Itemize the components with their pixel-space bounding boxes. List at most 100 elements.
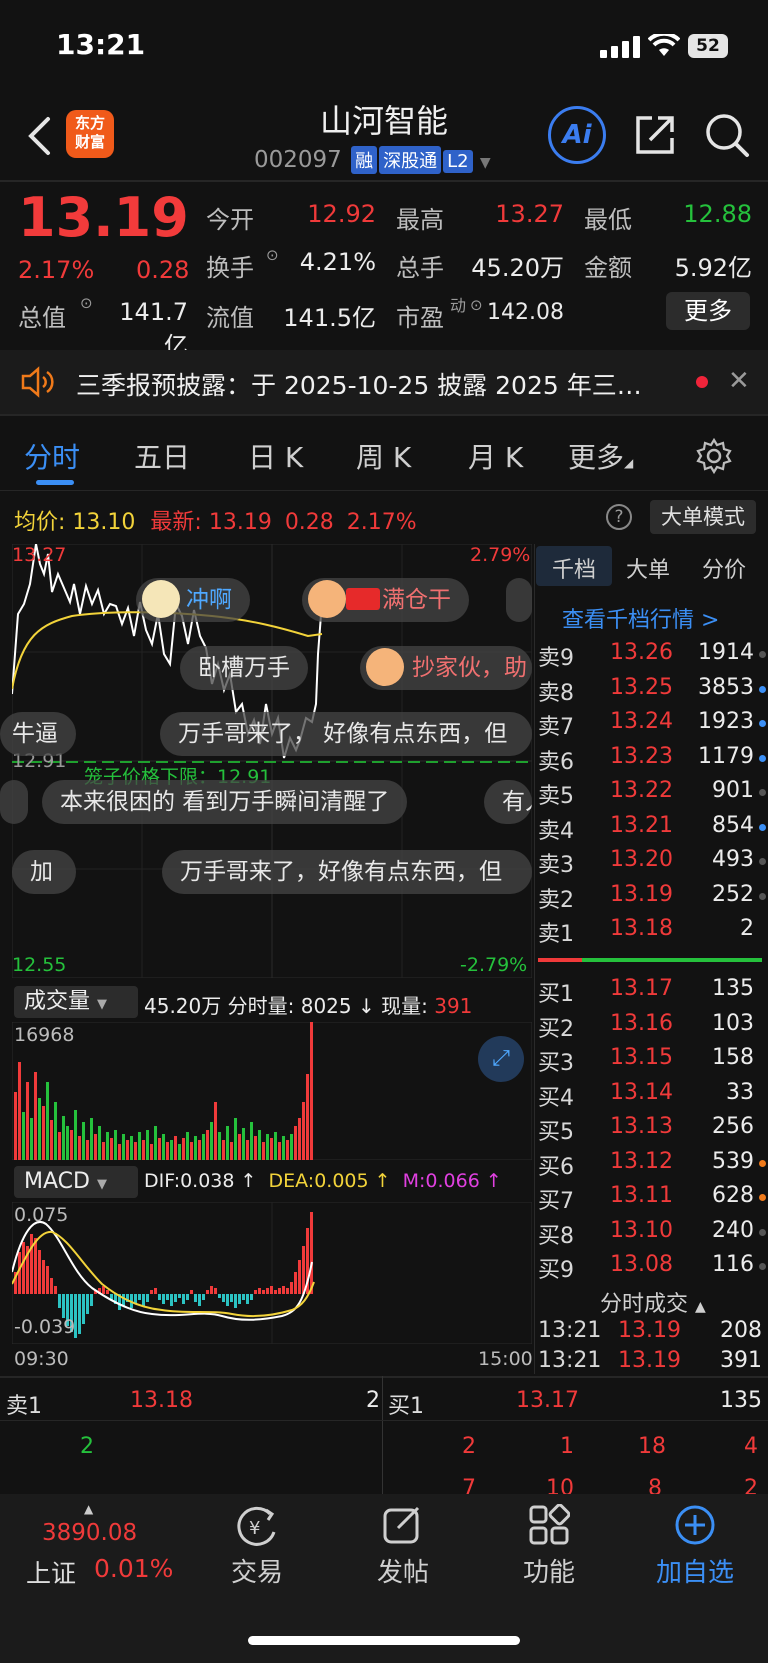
nav-add-watchlist[interactable]: 加自选 — [635, 1552, 755, 1589]
danmaku-bubble[interactable]: 有人 — [484, 780, 532, 824]
bid-row[interactable]: 买2 13.16 103 — [538, 1011, 762, 1042]
help-icon[interactable]: ? — [606, 504, 632, 530]
functions-icon[interactable] — [528, 1504, 570, 1546]
bid-row[interactable]: 买5 13.13 256 — [538, 1114, 762, 1145]
expand-icon[interactable]: ⤢ — [478, 1036, 524, 1082]
queue-sell-price: 13.18 — [130, 1388, 193, 1413]
ask-row[interactable]: 卖8 13.25 3853 — [538, 675, 766, 706]
dif-line — [12, 1221, 313, 1321]
tab-price-distribution[interactable]: 分价 — [702, 552, 746, 584]
nav-functions[interactable]: 功能 — [489, 1552, 609, 1589]
bid-price: 13.08 — [610, 1252, 673, 1277]
bid-level-label: 买9 — [538, 1258, 574, 1283]
danmaku-bubble[interactable]: 加 — [12, 850, 76, 894]
post-icon[interactable] — [382, 1504, 424, 1546]
ask-row[interactable]: 卖3 13.20 493 — [538, 847, 766, 878]
share-icon[interactable] — [632, 112, 678, 158]
info-icon[interactable]: ⊙ — [80, 294, 93, 312]
info-icon[interactable]: ⊙ — [266, 246, 279, 264]
view-depth-link[interactable]: 查看千档行情 > — [562, 602, 719, 634]
notice-text[interactable]: 三季报预披露：于 2025-10-25 披露 2025 年三… — [76, 366, 666, 402]
bid-row[interactable]: 买9 13.08 116 — [538, 1252, 766, 1283]
info-icon[interactable]: ⊙ — [470, 296, 483, 314]
bid-level-label: 买8 — [538, 1223, 574, 1249]
ask-row[interactable]: 卖1 13.18 2 — [538, 916, 762, 947]
index-value[interactable]: 3890.08 — [42, 1520, 137, 1546]
tab-monthly-k[interactable]: 月 K — [468, 436, 523, 476]
bid-row[interactable]: 买6 13.12 539 — [538, 1149, 766, 1180]
danmaku-bubble[interactable]: 万手哥来了， 好像有点东西，但 — [160, 712, 532, 756]
macd-m: M:0.066 ↑ — [402, 1170, 502, 1192]
macd-indicator-select[interactable]: MACD ▼ — [14, 1166, 138, 1198]
bid-row[interactable]: 买4 13.14 33 — [538, 1079, 762, 1111]
add-watchlist-icon[interactable] — [674, 1504, 716, 1546]
danmaku-bubble[interactable]: 本来很困的 看到万手瞬间清醒了 — [42, 780, 408, 824]
latest-change: 0.28 — [284, 510, 334, 535]
ask-level-label: 卖2 — [538, 887, 574, 913]
order-marker-dot — [759, 1159, 766, 1167]
home-indicator[interactable] — [248, 1636, 520, 1645]
index-expand-icon[interactable]: ▲ — [84, 1502, 93, 1516]
danmaku-text: 加 — [30, 859, 53, 885]
settings-icon[interactable] — [696, 438, 732, 474]
bid-row[interactable]: 买8 13.10 240 — [538, 1218, 766, 1249]
ai-button[interactable]: Ai — [548, 106, 606, 164]
tab-weekly-k[interactable]: 周 K — [356, 436, 411, 476]
index-name[interactable]: 上证 — [26, 1554, 76, 1590]
high-value: 13.27 — [495, 200, 564, 228]
tab-intraday[interactable]: 分时 — [24, 436, 80, 476]
ymax-label: 13.27 — [12, 544, 67, 566]
tab-large-orders[interactable]: 大单 — [626, 552, 670, 584]
dropdown-icon[interactable]: ▼ — [480, 155, 491, 171]
bid-row[interactable]: 买7 13.11 628 — [538, 1183, 766, 1214]
ymin-label: 12.55 — [12, 954, 67, 976]
danmaku-bubble[interactable]: 牛逼 — [0, 712, 76, 756]
volume-chart[interactable] — [12, 1022, 532, 1160]
tab-underline — [36, 480, 74, 485]
danmaku-bubble[interactable]: 卧槽万手 — [180, 646, 308, 690]
ask-price: 13.21 — [610, 812, 673, 838]
macd-values: DIF:0.038 ↑ DEA:0.005 ↑ M:0.066 ↑ — [144, 1170, 502, 1192]
pe-superscript: 动 — [450, 296, 467, 315]
stock-code-row[interactable]: 002097 融深股通 L2 ▼ — [254, 146, 491, 174]
ask-level-label: 卖4 — [538, 818, 574, 844]
order-marker-dot — [759, 858, 766, 865]
bid-volume: 158 — [712, 1045, 754, 1070]
float-label: 流值 — [206, 304, 254, 332]
order-marker-dot — [759, 823, 766, 831]
danmaku-bubble[interactable] — [0, 780, 28, 824]
bid-row[interactable]: 买1 13.17 135 — [538, 976, 762, 1007]
nav-trade[interactable]: 交易 — [197, 1552, 317, 1589]
danmaku-bubble[interactable] — [506, 578, 532, 622]
ask-row[interactable]: 卖5 13.22 901 — [538, 778, 766, 809]
bid-volume: 135 — [712, 976, 754, 1001]
index-pct[interactable]: 0.01% — [94, 1554, 173, 1583]
danmaku-bubble[interactable]: 万手哥来了，好像有点东西，但 — [162, 850, 532, 894]
tab-five-day[interactable]: 五日 — [134, 436, 190, 476]
macd-chart[interactable] — [12, 1202, 532, 1344]
big-order-mode-button[interactable]: 大单模式 — [650, 500, 756, 534]
danmaku-text: 冲啊 — [186, 587, 232, 613]
bid-volume: 116 — [712, 1252, 754, 1277]
tick-row: 13:21 13.19 208 — [538, 1318, 762, 1348]
nav-post[interactable]: 发帖 — [343, 1552, 463, 1589]
ask-row[interactable]: 卖6 13.23 1179 — [538, 744, 766, 775]
tab-more[interactable]: 更多◢ — [568, 436, 633, 476]
ymax-pct-label: 2.79% — [470, 544, 531, 566]
trade-icon[interactable]: ¥ — [234, 1506, 280, 1548]
bid-price: 13.14 — [610, 1079, 673, 1105]
volume-indicator-select[interactable]: 成交量 ▼ — [14, 986, 138, 1018]
more-button[interactable]: 更多 — [666, 292, 750, 330]
close-icon[interactable]: ✕ — [728, 366, 750, 396]
tab-depth[interactable]: 千档 — [552, 552, 596, 584]
order-marker-dot — [759, 685, 766, 693]
ticks-header[interactable]: 分时成交 ▲ — [600, 1286, 706, 1318]
ask-row[interactable]: 卖9 13.26 1914 — [538, 640, 766, 671]
search-icon[interactable] — [704, 112, 750, 160]
ask-row[interactable]: 卖4 13.21 854 — [538, 812, 766, 844]
low-label: 最低 — [584, 206, 632, 234]
bid-row[interactable]: 买3 13.15 158 — [538, 1045, 762, 1076]
ask-row[interactable]: 卖2 13.19 252 — [538, 882, 766, 913]
tab-daily-k[interactable]: 日 K — [248, 436, 303, 476]
ask-row[interactable]: 卖7 13.24 1923 — [538, 709, 766, 740]
